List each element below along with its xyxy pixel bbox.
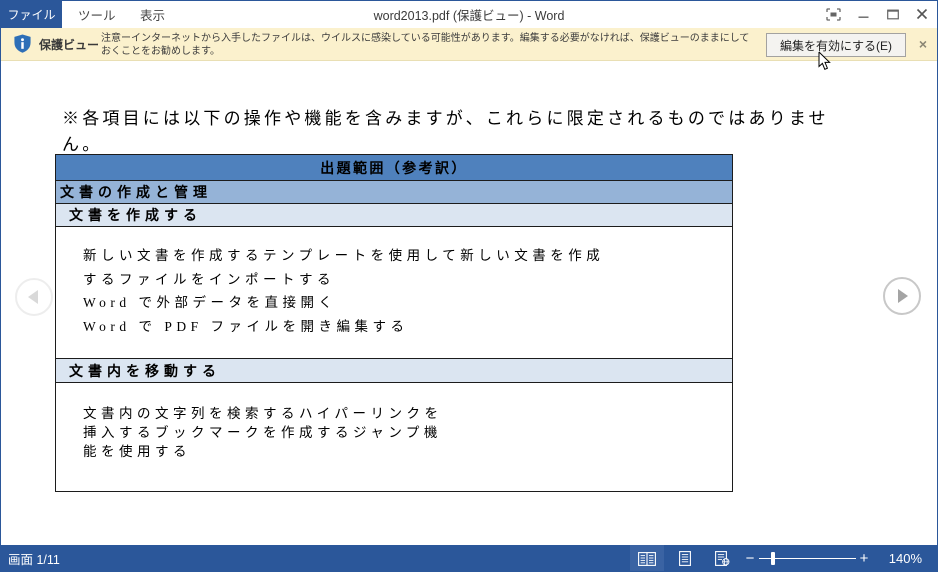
message-line-1: 注意ーインターネットから入手したファイルは、ウイルスに感染している可能性がありま… (101, 33, 750, 44)
content-line: Word で PDF ファイルを開き編集する (83, 318, 409, 334)
page-indicator[interactable]: 画面 1/11 (8, 545, 60, 572)
doc-heading-line-1: ※各項目には以下の操作や機能を含みますが、これらに限定されるものではありませ (62, 109, 829, 128)
document-page: ※各項目には以下の操作や機能を含みますが、これらに限定されるものではありませ ん… (1, 61, 937, 545)
content-line: 新しい文書を作成するテンプレートを使用して新しい文書を作成 (83, 248, 605, 263)
zoom-slider-thumb[interactable] (771, 552, 775, 565)
table-content-row-2: 文書内の文字列を検索するハイパーリンクを 挿入するブックマークを作成するジャンプ… (56, 383, 732, 491)
menu-tools-label: ツール (78, 8, 116, 23)
fullscreen-toggle-button[interactable] (818, 0, 848, 28)
minimize-button[interactable] (850, 0, 876, 28)
protected-view-label: 保護ビュー (39, 37, 100, 52)
dismiss-close-icon: × (918, 36, 928, 52)
web-layout-button[interactable] (705, 545, 739, 572)
table-subsection-row-1: 文書を作成する (56, 204, 732, 227)
table-subsection-row-2: 文書内を移動する (56, 359, 732, 383)
maximize-button[interactable] (880, 0, 906, 28)
arrow-right-icon (898, 289, 908, 303)
maximize-icon (887, 9, 899, 19)
read-mode-book-icon (638, 551, 656, 566)
protected-view-bar: 保護ビュー 注意ーインターネットから入手したファイルは、ウイルスに感染している可… (1, 28, 937, 61)
shield-info-icon (14, 34, 31, 53)
web-layout-icon (715, 551, 730, 566)
status-bar: 画面 1/11 − + 140% (0, 545, 938, 572)
print-layout-icon (679, 551, 691, 566)
table-section-row: 文書の作成と管理 (56, 181, 732, 204)
minimize-icon (858, 16, 868, 18)
next-page-button[interactable] (883, 277, 921, 315)
doc-heading-line-2: ん。 (62, 135, 103, 154)
enable-editing-label: 編集を有効にする(E) (779, 38, 893, 53)
file-tab[interactable]: ファイル (1, 1, 62, 28)
print-layout-button[interactable] (668, 545, 702, 572)
exam-scope-table: 出題範囲（参考訳） 文書の作成と管理 文書を作成する 新しい文書を作成するテンプ… (55, 154, 733, 492)
menu-view[interactable]: 表示 (140, 0, 165, 28)
zoom-out-button[interactable]: − (742, 545, 758, 572)
read-mode-button[interactable] (630, 545, 664, 572)
content-line: 文書内の文字列を検索するハイパーリンクを (83, 406, 443, 421)
menu-tools[interactable]: ツール (78, 0, 116, 28)
file-tab-label: ファイル (7, 8, 56, 22)
close-button[interactable] (908, 0, 936, 28)
mouse-cursor (818, 52, 831, 70)
enable-editing-button[interactable]: 編集を有効にする(E) (766, 33, 906, 57)
protected-view-message: 注意ーインターネットから入手したファイルは、ウイルスに感染している可能性がありま… (101, 32, 749, 58)
previous-page-button[interactable] (15, 278, 53, 316)
table-content-row-1: 新しい文書を作成するテンプレートを使用して新しい文書を作成 するファイルをインポ… (56, 227, 732, 359)
message-line-2: おくことをお勧めします。 (101, 46, 220, 57)
title-bar: ファイル ツール 表示 word2013.pdf (保護ビュー) - Word (0, 0, 938, 28)
content-line: するファイルをインポートする (83, 271, 335, 287)
content-line: 挿入するブックマークを作成するジャンプ機 (83, 425, 442, 440)
close-icon (916, 8, 928, 20)
table-header-row: 出題範囲（参考訳） (56, 155, 732, 181)
menu-view-label: 表示 (140, 8, 166, 23)
content-line: 能を使用する (83, 444, 191, 459)
arrow-left-icon (28, 290, 38, 304)
zoom-in-button[interactable]: + (856, 545, 872, 572)
dismiss-warning-button[interactable]: × (911, 28, 935, 60)
zoom-percentage[interactable]: 140% (878, 545, 930, 572)
fullscreen-icon (825, 7, 841, 21)
content-line: Word で外部データを直接開く (83, 295, 337, 310)
